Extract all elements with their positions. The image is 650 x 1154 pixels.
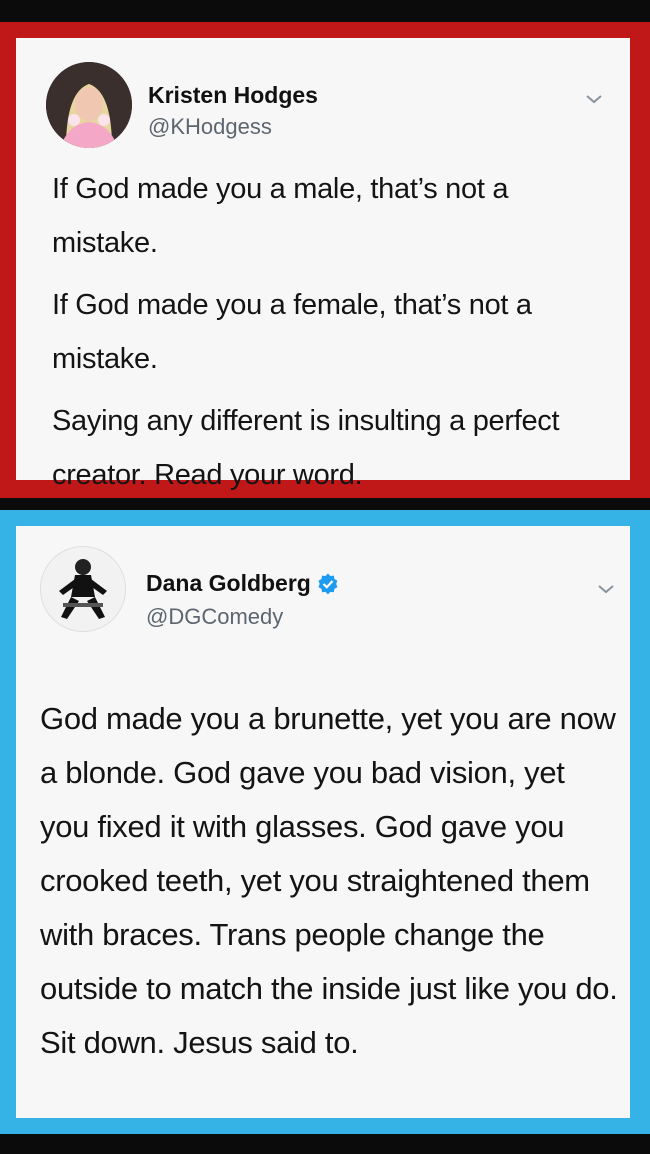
tweet-text: If God made you a male, that’s not a mis… [52,162,612,502]
tweet-text: God made you a brunette, yet you are now… [40,701,618,1060]
user-handle[interactable]: @KHodgess [148,114,272,140]
user-handle[interactable]: @DGComedy [146,604,283,630]
chevron-down-icon[interactable] [596,582,616,596]
display-name[interactable]: Kristen Hodges [148,82,318,109]
tweet-paragraph: If God made you a female, that’s not a m… [52,289,532,375]
tweet-card: Dana Goldberg @DGComedy God made you a b… [16,526,630,1118]
avatar[interactable] [46,62,132,148]
chevron-down-icon[interactable] [584,92,604,106]
display-name-text[interactable]: Dana Goldberg [146,570,311,597]
avatar-photo [46,62,132,148]
verified-badge-icon [318,572,338,594]
tweet-frame-blue: Dana Goldberg @DGComedy God made you a b… [0,510,650,1134]
avatar-photo [41,547,125,631]
tweet-paragraph: Saying any different is insulting a perf… [52,405,560,491]
tweet-frame-red: Kristen Hodges @KHodgess If God made you… [0,22,650,498]
display-name[interactable]: Dana Goldberg [146,570,339,597]
tweet-card: Kristen Hodges @KHodgess If God made you… [16,38,630,491]
tweet-paragraph: If God made you a male, that’s not a mis… [52,173,509,259]
avatar[interactable] [40,546,126,632]
